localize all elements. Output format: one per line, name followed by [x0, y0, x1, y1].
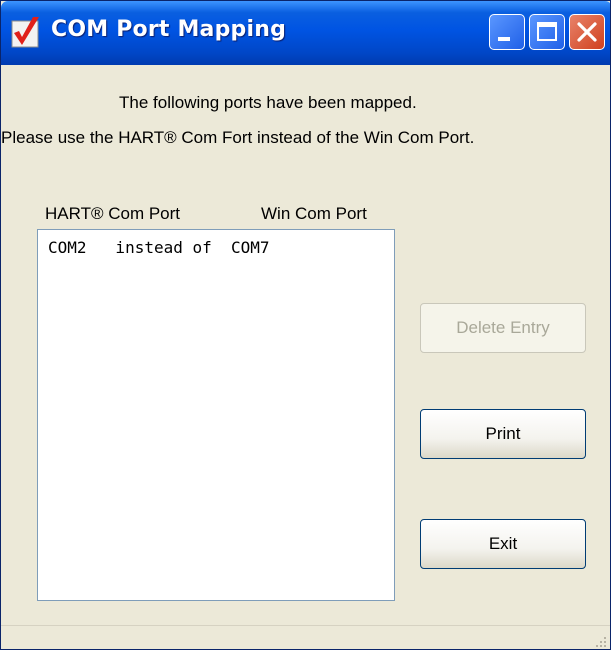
close-button[interactable] [569, 14, 605, 50]
port-mapping-list[interactable]: COM2 instead of COM7 [37, 229, 395, 601]
minimize-button[interactable] [489, 14, 525, 50]
exit-button[interactable]: Exit [420, 519, 586, 569]
resize-grip-icon[interactable] [592, 633, 608, 649]
message-line-2: Please use the HART® Com Fort instead of… [1, 128, 475, 147]
checkmark-app-icon [11, 15, 41, 49]
com-port-mapping-window: COM Port Mapping The following ports hav… [0, 0, 611, 650]
maximize-icon [537, 22, 557, 41]
status-bar [1, 625, 610, 649]
column-header-hart-com-port: HART® Com Port [45, 204, 181, 223]
maximize-button[interactable] [529, 14, 565, 50]
window-title: COM Port Mapping [51, 17, 287, 42]
message-line-1: The following ports have been mapped. [119, 93, 417, 112]
column-header-win-com-port: Win Com Port [261, 204, 367, 223]
list-item[interactable]: COM2 instead of COM7 [48, 238, 270, 257]
title-bar[interactable]: COM Port Mapping [1, 1, 610, 65]
minimize-icon [498, 37, 510, 41]
delete-entry-button[interactable]: Delete Entry [420, 303, 586, 353]
print-button[interactable]: Print [420, 409, 586, 459]
close-icon [577, 22, 597, 42]
